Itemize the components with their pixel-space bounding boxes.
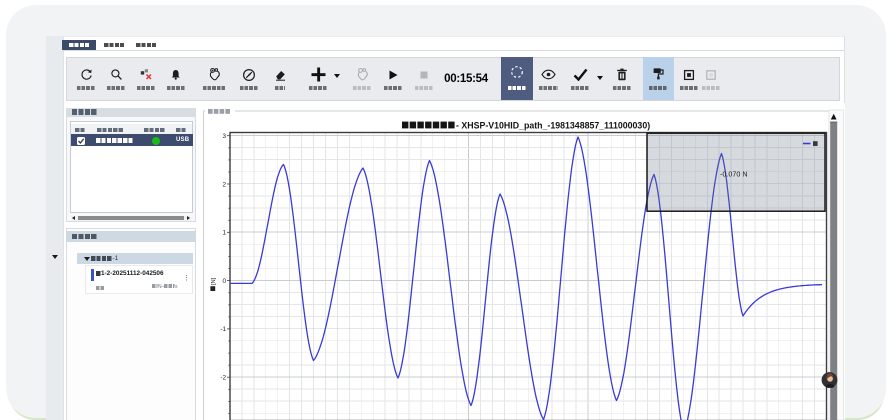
svg-text:3: 3 [222,133,226,140]
svg-text:- XHSP-V10HID_path_-1981348857: - XHSP-V10HID_path_-1981348857_111000030… [456,121,650,131]
svg-text:-1: -1 [220,326,226,333]
svg-text:0: 0 [222,278,226,285]
svg-text:-2: -2 [220,375,226,382]
svg-text:2: 2 [222,181,226,188]
svg-text:-0.070 N: -0.070 N [720,170,748,179]
svg-text:1: 1 [222,230,226,237]
svg-text:[N]: [N] [211,277,217,285]
